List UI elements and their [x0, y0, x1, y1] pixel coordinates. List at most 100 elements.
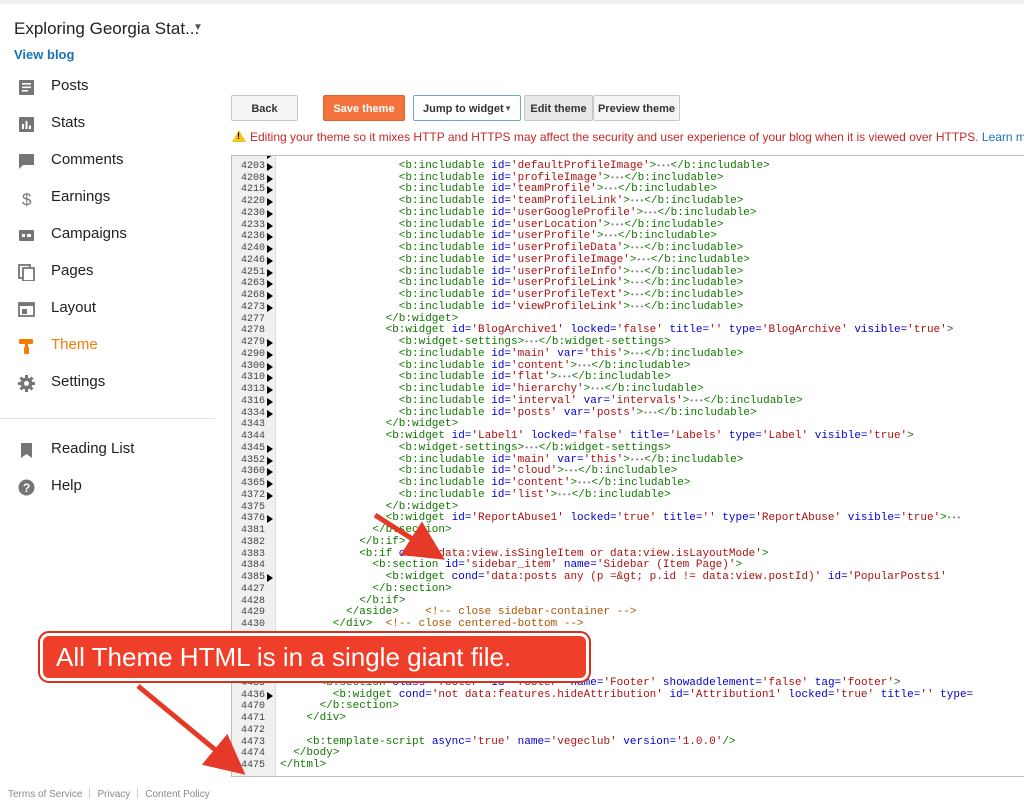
fold-toggle-icon[interactable]: [267, 374, 273, 383]
stats-icon: [19, 117, 34, 132]
content-policy-link[interactable]: Content Policy: [145, 789, 209, 800]
fold-toggle-icon[interactable]: [267, 245, 273, 253]
line-number: 4381: [240, 525, 265, 536]
fold-toggle-icon[interactable]: [267, 233, 273, 242]
jump-to-widget-dropdown[interactable]: Jump to widget ▼: [413, 95, 521, 121]
line-number: 4240: [240, 243, 265, 254]
svg-text:?: ?: [23, 481, 30, 495]
fold-toggle-icon[interactable]: [267, 386, 273, 394]
fold-toggle-icon[interactable]: [267, 480, 273, 488]
sidebar-item-comments[interactable]: Comments: [0, 143, 215, 180]
code-text: <b:template-script async='true' name='ve…: [306, 735, 736, 748]
fold-toggle-icon[interactable]: [267, 221, 273, 230]
fold-toggle-icon[interactable]: [267, 174, 273, 183]
fold-toggle-icon[interactable]: [267, 156, 273, 159]
code-text: </div>: [306, 712, 347, 724]
sidebar-item-posts[interactable]: Posts: [0, 69, 215, 106]
line-number: 4472: [240, 724, 265, 736]
learn-more-link[interactable]: Learn more: [982, 130, 1024, 144]
line-number: 4220: [240, 196, 265, 207]
fold-toggle-icon[interactable]: [267, 162, 273, 171]
line-number: 4352: [240, 454, 265, 466]
code-line: 4475 </html>: [232, 759, 1024, 772]
fold-toggle-icon[interactable]: [267, 397, 273, 406]
fold-toggle-icon[interactable]: [267, 198, 273, 206]
terms-of-service-link[interactable]: Terms of Service: [8, 789, 82, 800]
sidebar-item-label: Posts: [51, 77, 89, 94]
back-button[interactable]: Back: [231, 95, 298, 121]
save-theme-button[interactable]: Save theme: [323, 95, 405, 121]
fold-toggle-icon[interactable]: [267, 350, 273, 359]
sidebar-item-stats[interactable]: Stats: [0, 106, 215, 143]
line-number: 4470: [240, 701, 265, 713]
fold-toggle-icon[interactable]: [267, 444, 273, 453]
view-blog-link[interactable]: View blog: [14, 47, 74, 62]
posts-icon: [19, 80, 34, 95]
line-number: 4345: [240, 442, 265, 454]
arrow-to-last-line: [136, 684, 246, 775]
fold-toggle-icon[interactable]: [267, 491, 273, 500]
line-number: 4384: [240, 560, 265, 572]
fold-toggle-icon[interactable]: [267, 574, 273, 582]
fold-toggle-icon[interactable]: [267, 691, 273, 700]
fold-toggle-icon[interactable]: [267, 209, 273, 218]
footer-separator: [137, 788, 139, 798]
bookmark-icon: [21, 443, 32, 458]
code-line: 4473 <b:template-script async='true' name…: [232, 735, 1024, 749]
fold-toggle-icon[interactable]: [267, 456, 273, 465]
sidebar-item-help[interactable]: ? Help: [0, 469, 215, 506]
fold-toggle-icon[interactable]: [267, 186, 273, 195]
fold-toggle-icon[interactable]: [267, 515, 273, 524]
line-number: 4376: [240, 513, 265, 525]
blog-title[interactable]: Exploring Georgia Stat...: [14, 19, 199, 39]
sidebar-item-pages[interactable]: Pages: [0, 254, 215, 291]
sidebar-item-layout[interactable]: Layout: [0, 291, 215, 328]
fold-toggle-icon[interactable]: [267, 468, 273, 477]
fold-toggle-icon[interactable]: [267, 339, 273, 347]
fold-toggle-icon[interactable]: [267, 303, 273, 312]
fold-toggle-icon[interactable]: [267, 280, 273, 289]
line-number: 4474: [240, 748, 265, 760]
privacy-link[interactable]: Privacy: [97, 789, 130, 800]
sidebar-item-label: Settings: [51, 373, 106, 390]
line-number: 4215: [240, 184, 265, 196]
sidebar-item-theme[interactable]: Theme: [0, 328, 215, 365]
code-line: 4470 </b:section>: [232, 700, 1024, 713]
line-number: 4208: [240, 172, 265, 184]
fold-toggle-icon[interactable]: [267, 268, 273, 277]
pages-icon: [18, 264, 35, 281]
sidebar-item-label: Comments: [51, 151, 124, 168]
theme-icon: [19, 339, 33, 354]
theme-html-editor[interactable]: 4192<b:includable id='content'>•••</b:in…: [231, 155, 1024, 777]
edit-theme-button[interactable]: Edit theme: [524, 95, 593, 121]
preview-theme-button[interactable]: Preview theme: [593, 95, 680, 121]
sidebar-item-label: Earnings: [51, 188, 111, 205]
chevron-down-icon[interactable]: ▼: [193, 22, 203, 33]
fold-toggle-icon[interactable]: [267, 362, 273, 371]
line-number: 4236: [240, 231, 265, 243]
sidebar-item-label: Reading List: [51, 440, 135, 457]
line-number: 4334: [240, 407, 265, 419]
fold-toggle-icon[interactable]: [267, 409, 273, 418]
sidebar-item-earnings[interactable]: $ Earnings: [0, 180, 215, 217]
line-number: 4263: [240, 278, 265, 290]
sidebar-item-settings[interactable]: Settings: [0, 365, 215, 402]
sidebar-item-reading-list[interactable]: Reading List: [0, 432, 215, 469]
code-line: 4427 </b:section>: [232, 583, 1024, 596]
line-number: 4268: [240, 290, 265, 301]
sidebar-divider: [0, 418, 215, 419]
line-number: 4273: [240, 301, 265, 313]
line-number: 4278: [240, 325, 265, 337]
dollar-icon: $: [22, 190, 32, 207]
fold-toggle-icon[interactable]: [267, 256, 273, 265]
code-line: 4471 </div>: [232, 712, 1024, 725]
code-line: 4376 <b:widget id='ReportAbuse1' locked='…: [232, 512, 1024, 525]
fold-toggle-icon[interactable]: [267, 292, 273, 300]
line-number: 4365: [240, 478, 265, 489]
comments-icon: [19, 154, 34, 169]
line-number: 4343: [240, 419, 265, 431]
line-number: 4436: [240, 689, 265, 701]
help-icon: ?: [18, 479, 35, 496]
line-number: 4344: [240, 431, 265, 442]
sidebar-item-campaigns[interactable]: Campaigns: [0, 217, 215, 254]
